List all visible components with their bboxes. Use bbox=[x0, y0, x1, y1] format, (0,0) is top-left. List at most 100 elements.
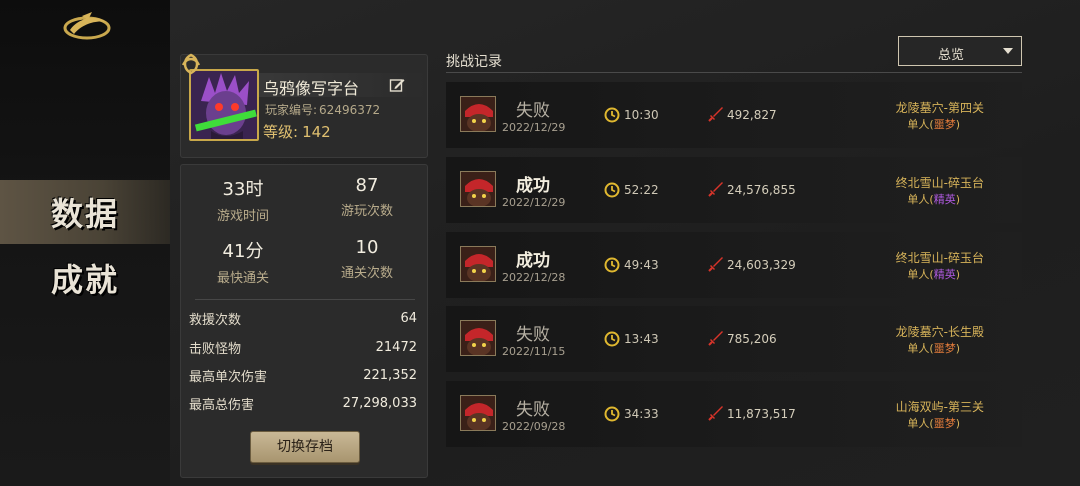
sword-icon bbox=[708, 182, 723, 197]
stat-value: 87 bbox=[355, 175, 379, 196]
stat-label: 最快通关 bbox=[216, 271, 269, 286]
difficulty-label: 噩梦 bbox=[933, 118, 956, 131]
mode-label-end: ) bbox=[955, 193, 960, 206]
boss-portrait-icon bbox=[460, 395, 496, 431]
sword-icon bbox=[708, 257, 723, 272]
mode-label-end: ) bbox=[955, 417, 960, 430]
sword-icon bbox=[708, 331, 723, 346]
chevron-down-icon bbox=[1003, 48, 1013, 54]
boss-portrait-icon bbox=[460, 96, 496, 132]
nav-item-achievements[interactable]: 成就 bbox=[0, 246, 170, 310]
difficulty-label: 噩梦 bbox=[933, 342, 956, 355]
record-stage: 龙陵墓穴-长生殿 bbox=[895, 325, 984, 339]
player-name: 乌鸦像写字台 bbox=[263, 79, 360, 98]
player-id-label: 玩家编号: bbox=[265, 103, 318, 117]
record-time: 13:43 bbox=[624, 332, 659, 346]
record-date: 2022/12/29 bbox=[502, 121, 566, 134]
game-stats-screen: 数据 成就 乌鸦像写字台 玩家编号: 62496372 等级: 142 33时 … bbox=[0, 0, 1080, 486]
player-id: 玩家编号: 62496372 bbox=[263, 101, 380, 118]
record-date: 2022/09/28 bbox=[502, 420, 566, 433]
player-level: 等级: 142 bbox=[263, 121, 331, 142]
mode-label: 单人( bbox=[907, 342, 934, 355]
mode-label: 单人( bbox=[907, 193, 934, 206]
clock-icon bbox=[604, 331, 620, 347]
record-result: 失败 bbox=[516, 400, 550, 420]
avatar[interactable] bbox=[189, 69, 259, 141]
mode-label: 单人( bbox=[907, 268, 934, 281]
game-logo-icon bbox=[63, 12, 111, 40]
side-nav: 数据 成就 bbox=[0, 0, 170, 486]
record-row[interactable]: 失败 2022/11/15 13:43 785,206 龙陵墓穴-长生殿 单人(噩梦) bbox=[446, 306, 1022, 372]
record-result: 成功 bbox=[516, 251, 550, 271]
stat-label: 游玩次数 bbox=[340, 204, 393, 219]
stat-row-rescues: 救援次数 64 bbox=[189, 308, 417, 328]
stat-play-time: 33时 游戏时间 bbox=[181, 175, 305, 224]
record-row[interactable]: 失败 2022/12/29 10:30 492,827 龙陵墓穴-第四关 单人(噩梦) bbox=[446, 82, 1022, 148]
stat-row-key: 最高单次伤害 bbox=[189, 369, 268, 385]
stat-play-count: 87 游玩次数 bbox=[305, 175, 429, 219]
stat-row-value: 221,352 bbox=[363, 367, 417, 383]
record-time: 49:43 bbox=[624, 258, 659, 272]
record-row[interactable]: 成功 2022/12/29 52:22 24,576,855 终北雪山-碎玉台单人(精英… bbox=[446, 157, 1022, 223]
record-mode: 单人(噩梦) bbox=[840, 116, 960, 132]
player-level-value: 142 bbox=[302, 123, 331, 141]
record-row[interactable]: 成功 2022/12/28 49:43 24,603,329 终北雪山-碎玉台 单人(精英… bbox=[446, 232, 1022, 298]
record-stage: 龙陵墓穴-第四关 bbox=[895, 101, 984, 115]
boss-portrait-icon bbox=[460, 246, 496, 282]
record-damage: 11,873,517 bbox=[727, 407, 796, 421]
player-id-value: 62496372 bbox=[319, 103, 381, 117]
stats-panel: 33时 游戏时间 87 游玩次数 41分 最快通关 10 通关次数 救援次数 6… bbox=[180, 164, 428, 478]
record-result: 失败 bbox=[516, 325, 550, 345]
avatar-portrait-icon bbox=[191, 71, 257, 139]
stat-row-key: 最高总伤害 bbox=[189, 397, 255, 413]
records-divider bbox=[446, 72, 1022, 73]
mode-label: 单人( bbox=[907, 417, 934, 430]
clock-icon bbox=[604, 182, 620, 198]
record-mode: 单人(精英) bbox=[840, 266, 960, 282]
stat-row-max-total: 最高总伤害 27,298,033 bbox=[189, 393, 417, 413]
player-level-label: 等级: bbox=[263, 123, 299, 141]
stat-row-value: 64 bbox=[400, 310, 417, 326]
record-damage: 492,827 bbox=[727, 108, 777, 122]
mode-label-end: ) bbox=[955, 342, 960, 355]
record-date: 2022/12/29 bbox=[502, 196, 566, 209]
record-row[interactable]: 失败 2022/09/28 34:33 11,873,517 山海双屿-第三关 单人(噩梦… bbox=[446, 381, 1022, 447]
record-mode: 单人(噩梦) bbox=[840, 415, 960, 431]
clock-icon bbox=[604, 257, 620, 273]
edit-icon[interactable] bbox=[389, 77, 405, 93]
difficulty-label: 噩梦 bbox=[933, 417, 956, 430]
record-stage: 终北雪山-碎玉台 bbox=[895, 176, 984, 190]
stat-row-kills: 击败怪物 21472 bbox=[189, 337, 417, 357]
difficulty-label: 精英 bbox=[933, 268, 956, 281]
record-result: 成功 bbox=[516, 176, 550, 196]
record-damage: 785,206 bbox=[727, 332, 777, 346]
record-result: 失败 bbox=[516, 101, 550, 121]
frame-knot-icon bbox=[181, 53, 201, 75]
stat-row-max-hit: 最高单次伤害 221,352 bbox=[189, 365, 417, 385]
record-time: 52:22 bbox=[624, 183, 659, 197]
sword-icon bbox=[708, 406, 723, 421]
stat-row-value: 21472 bbox=[375, 339, 417, 355]
records-filter-dropdown[interactable]: 总览 bbox=[898, 36, 1022, 66]
mode-label: 单人( bbox=[907, 118, 934, 131]
mode-label-end: ) bbox=[955, 118, 960, 131]
boss-portrait-icon bbox=[460, 171, 496, 207]
dropdown-selected-value: 总览 bbox=[937, 48, 964, 63]
clock-icon bbox=[604, 406, 620, 422]
stat-value: 10 bbox=[355, 237, 379, 258]
record-damage: 24,576,855 bbox=[727, 183, 796, 197]
divider bbox=[195, 299, 415, 300]
switch-save-button[interactable]: 切换存档 bbox=[250, 431, 360, 463]
stat-fastest-clear: 41分 最快通关 bbox=[181, 237, 305, 286]
sword-icon bbox=[708, 107, 723, 122]
difficulty-label: 精英 bbox=[933, 193, 956, 206]
clock-icon bbox=[604, 107, 620, 123]
record-damage: 24,603,329 bbox=[727, 258, 796, 272]
stat-row-key: 救援次数 bbox=[189, 312, 242, 328]
nav-item-data[interactable]: 数据 bbox=[0, 180, 170, 244]
record-mode: 单人(噩梦) bbox=[840, 340, 960, 356]
stat-row-value: 27,298,033 bbox=[342, 395, 417, 411]
record-date: 2022/11/15 bbox=[502, 345, 566, 358]
record-time: 34:33 bbox=[624, 407, 659, 421]
record-time: 10:30 bbox=[624, 108, 659, 122]
